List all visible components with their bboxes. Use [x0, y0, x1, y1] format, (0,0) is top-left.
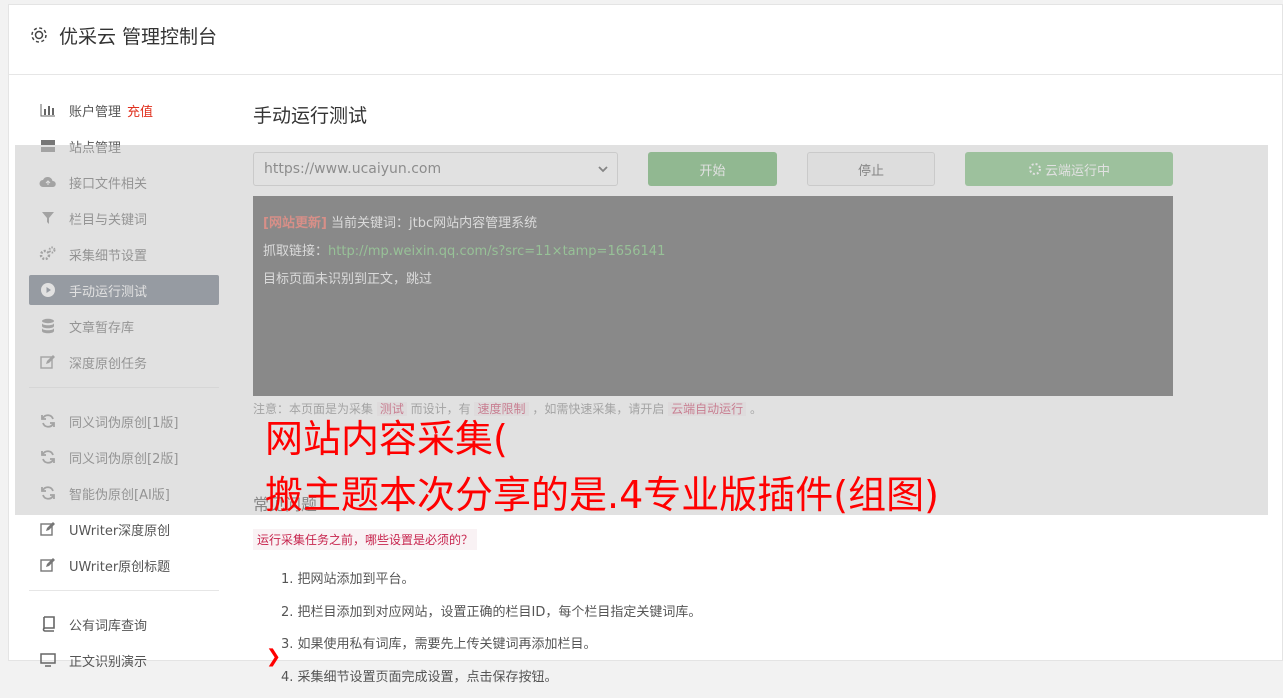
site-select[interactable]: https://www.ucaiyun.com — [253, 152, 618, 186]
sidebar-item-label: 同义词伪原创[1版] — [69, 412, 178, 431]
site-select-value: https://www.ucaiyun.com — [264, 161, 441, 177]
cloud-run-label: 云端运行中 — [1045, 160, 1110, 179]
console-window: 优采云 管理控制台 账户管理 充值 站点管理 接口文件相关 栏目与关键词 采集细… — [8, 4, 1283, 661]
sidebar-item-label: 账户管理 — [69, 101, 121, 120]
server-icon — [39, 137, 57, 155]
list-item: 1. 把网站添加到平台。 — [281, 568, 1178, 601]
sidebar-item-article-store[interactable]: 文章暂存库 — [29, 311, 219, 341]
sidebar-item-interface-files[interactable]: 接口文件相关 — [29, 167, 219, 197]
sidebar-item-sites[interactable]: 站点管理 — [29, 131, 219, 161]
sidebar-item-public-dictionary[interactable]: 公有词库查询 — [29, 609, 219, 639]
notice-part: ，如需快速采集，请开启 — [529, 402, 669, 416]
edit-icon — [39, 556, 57, 574]
refresh-icon — [39, 448, 57, 466]
start-button[interactable]: 开始 — [648, 152, 777, 186]
log-console: [网站更新] 当前关键词：jtbc网站内容管理系统 抓取链接：http://mp… — [253, 196, 1173, 396]
log-line: [网站更新] 当前关键词：jtbc网站内容管理系统 — [263, 210, 1163, 238]
refresh-icon — [39, 412, 57, 430]
refresh-icon — [39, 484, 57, 502]
log-link[interactable]: http://mp.weixin.qq.com/s?src=11×tamp=16… — [328, 244, 665, 259]
spinner-icon — [1028, 162, 1042, 176]
sidebar-item-label: 手动运行测试 — [69, 281, 147, 300]
cloud-run-button[interactable]: 云端运行中 — [965, 152, 1173, 186]
sidebar-item-collect-settings[interactable]: 采集细节设置 — [29, 239, 219, 269]
chevron-down-icon — [597, 163, 609, 175]
edit-icon — [39, 520, 57, 538]
sidebar-item-label: 正文识别演示 — [69, 651, 147, 670]
edit-icon — [39, 353, 57, 371]
sidebar-item-label: 文章暂存库 — [69, 317, 134, 336]
monitor-icon — [39, 651, 57, 669]
sidebar-item-synonym-v1[interactable]: 同义词伪原创[1版] — [29, 406, 219, 436]
sidebar-item-label: 站点管理 — [69, 137, 121, 156]
sidebar-item-label: 栏目与关键词 — [69, 209, 147, 228]
faq-list: 1. 把网站添加到平台。 2. 把栏目添加到对应网站，设置正确的栏目ID，每个栏… — [281, 568, 1178, 698]
sidebar-item-ai-original[interactable]: 智能伪原创[AI版] — [29, 478, 219, 508]
list-item: 2. 把栏目添加到对应网站，设置正确的栏目ID，每个栏目指定关键词库。 — [281, 601, 1178, 634]
stop-button[interactable]: 停止 — [807, 152, 935, 186]
log-line: 目标页面未识别到正文，跳过 — [263, 266, 1163, 294]
notice-highlight: 云端自动运行 — [668, 402, 746, 416]
sidebar-item-label: 采集细节设置 — [69, 245, 147, 264]
sidebar-item-uwriter-title[interactable]: UWriter原创标题 — [29, 550, 219, 580]
log-tag: [网站更新] — [263, 216, 327, 231]
sidebar: 账户管理 充值 站点管理 接口文件相关 栏目与关键词 采集细节设置 手动运行测试… — [29, 95, 219, 681]
overlay-title-line1: 网站内容采集( — [265, 408, 508, 463]
sidebar-divider — [29, 387, 219, 388]
book-icon — [39, 615, 57, 633]
filter-icon — [39, 209, 57, 227]
red-mark-icon: ❯ — [266, 646, 281, 667]
gear-icon — [29, 25, 49, 45]
list-item: 4. 采集细节设置页面完成设置，点击保存按钮。 — [281, 666, 1178, 698]
recharge-link[interactable]: 充值 — [127, 101, 153, 120]
sidebar-item-synonym-v2[interactable]: 同义词伪原创[2版] — [29, 442, 219, 472]
app-title: 优采云 管理控制台 — [59, 22, 217, 49]
database-icon — [39, 317, 57, 335]
sidebar-item-text-recognition[interactable]: 正文识别演示 — [29, 645, 219, 675]
page-title: 手动运行测试 — [253, 101, 1178, 128]
log-line: 抓取链接：http://mp.weixin.qq.com/s?src=11×ta… — [263, 238, 1163, 266]
sidebar-item-manual-run[interactable]: 手动运行测试 — [29, 275, 219, 305]
sidebar-item-label: 公有词库查询 — [69, 615, 147, 634]
run-controls: https://www.ucaiyun.com 开始 停止 云端运行中 — [253, 152, 1178, 186]
main-content: 手动运行测试 https://www.ucaiyun.com 开始 停止 云端运… — [253, 101, 1178, 698]
sidebar-divider — [29, 590, 219, 591]
sidebar-item-label: 接口文件相关 — [69, 173, 147, 192]
log-label: 抓取链接： — [263, 244, 328, 259]
sidebar-item-deep-original[interactable]: 深度原创任务 — [29, 347, 219, 377]
sidebar-item-uwriter-deep[interactable]: UWriter深度原创 — [29, 514, 219, 544]
log-text: 当前关键词：jtbc网站内容管理系统 — [327, 216, 537, 231]
notice-part: 。 — [746, 402, 762, 416]
sidebar-item-label: 深度原创任务 — [69, 353, 147, 372]
top-header: 优采云 管理控制台 — [9, 5, 1282, 75]
cogs-icon — [39, 245, 57, 263]
faq-question: 运行采集任务之前，哪些设置是必须的？ — [253, 529, 477, 550]
sidebar-item-columns-keywords[interactable]: 栏目与关键词 — [29, 203, 219, 233]
sidebar-item-label: 智能伪原创[AI版] — [69, 484, 170, 503]
sidebar-item-label: UWriter深度原创 — [69, 520, 170, 539]
play-circle-icon — [39, 281, 57, 299]
sidebar-item-account[interactable]: 账户管理 充值 — [29, 95, 219, 125]
sidebar-item-label: UWriter原创标题 — [69, 556, 170, 575]
overlay-title-line2: 搬主题本次分享的是.4专业版插件(组图) — [265, 464, 939, 519]
cloud-upload-icon — [39, 173, 57, 191]
bar-chart-icon — [39, 101, 57, 119]
sidebar-item-label: 同义词伪原创[2版] — [69, 448, 178, 467]
